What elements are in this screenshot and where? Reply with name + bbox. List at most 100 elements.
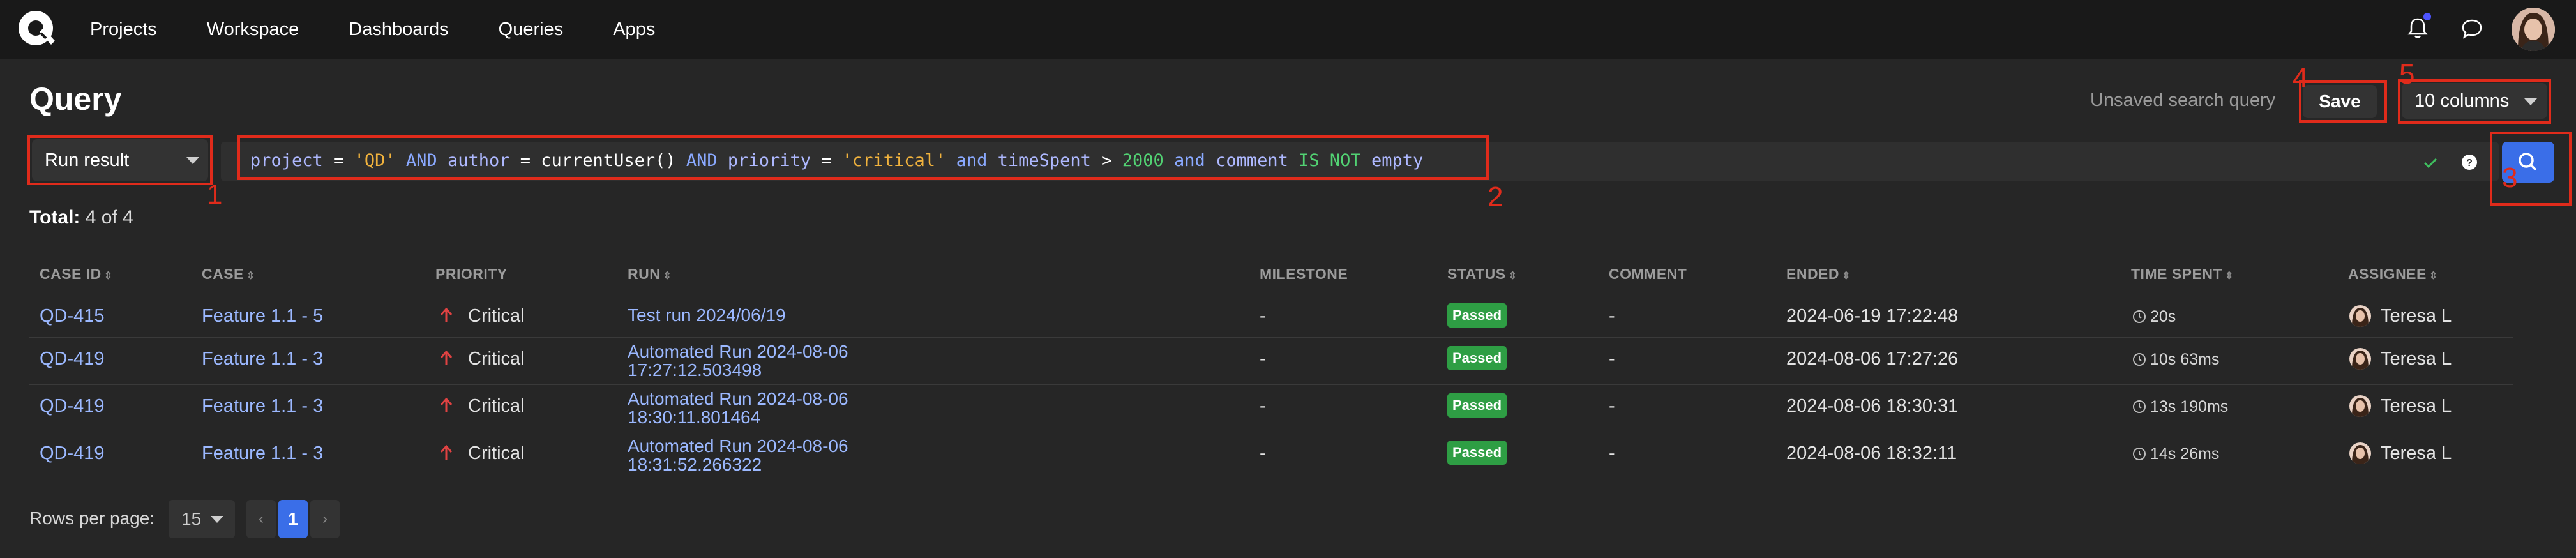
ended-value: 2024-08-06 18:32:11 <box>1786 443 1957 464</box>
annotation-box-4 <box>2299 80 2387 123</box>
nav-queries[interactable]: Queries <box>499 19 564 40</box>
case-link[interactable]: Feature 1.1 - 5 <box>202 306 323 327</box>
assignee-name: Teresa L <box>2381 443 2452 464</box>
col-header-run[interactable]: RUN ⇕ <box>628 266 672 283</box>
priority-label: Critical <box>468 396 525 416</box>
priority-critical-icon <box>440 397 453 412</box>
time-spent-value: 20s <box>2150 308 2176 326</box>
col-header-ended[interactable]: ENDED ⇕ <box>1786 266 1851 283</box>
annotation-number-2: 2 <box>1488 181 1503 213</box>
milestone-value: - <box>1260 396 1266 416</box>
case-id-link[interactable]: QD-419 <box>40 443 105 464</box>
run-link[interactable]: Automated Run 2024-08-06 18:30:11.801464 <box>628 389 985 426</box>
next-page-button[interactable]: › <box>310 500 340 538</box>
unsaved-status: Unsaved search query <box>2090 90 2276 110</box>
user-avatar[interactable] <box>2512 8 2555 51</box>
time-spent-value: 13s 190ms <box>2150 398 2229 416</box>
check-icon <box>2423 158 2437 169</box>
chat-icon[interactable] <box>2460 17 2484 41</box>
milestone-value: - <box>1260 349 1266 369</box>
col-header-case[interactable]: CASE ⇕ <box>202 266 255 283</box>
sort-icon: ⇕ <box>103 271 113 282</box>
assignee-name: Teresa L <box>2381 396 2452 416</box>
time-spent-value: 14s 26ms <box>2150 445 2220 463</box>
row-divider <box>29 337 2513 338</box>
clock-icon <box>2133 448 2146 460</box>
ended-value: 2024-06-19 17:22:48 <box>1786 306 1959 326</box>
priority-label: Critical <box>468 306 525 326</box>
annotation-box-5 <box>2398 79 2551 124</box>
clock-icon <box>2133 310 2146 323</box>
rows-per-page-label: Rows per page: <box>29 508 155 528</box>
ended-value: 2024-08-06 17:27:26 <box>1786 349 1959 369</box>
prev-page-button[interactable]: ‹ <box>246 500 276 538</box>
sort-icon: ⇕ <box>1508 271 1518 282</box>
total-count: Total: 4 of 4 <box>29 207 133 228</box>
sort-icon: ⇕ <box>1842 271 1851 282</box>
case-id-link[interactable]: QD-419 <box>40 349 105 370</box>
annotation-box-2 <box>237 135 1489 180</box>
col-header-status[interactable]: STATUS ⇕ <box>1447 266 1518 283</box>
app-logo-icon[interactable] <box>17 9 56 49</box>
comment-value: - <box>1609 443 1615 464</box>
status-badge: Passed <box>1447 303 1507 328</box>
comment-value: - <box>1609 306 1615 326</box>
nav-projects[interactable]: Projects <box>90 19 157 40</box>
priority-critical-icon <box>440 444 453 460</box>
case-link[interactable]: Feature 1.1 - 3 <box>202 349 323 370</box>
case-id-link[interactable]: QD-415 <box>40 306 105 327</box>
milestone-value: - <box>1260 443 1266 464</box>
svg-text:?: ? <box>2466 158 2473 169</box>
sort-icon: ⇕ <box>663 271 672 282</box>
ended-value: 2024-08-06 18:30:31 <box>1786 396 1959 416</box>
clock-icon <box>2133 400 2146 413</box>
assignee-avatar <box>2349 442 2371 464</box>
sort-icon: ⇕ <box>2225 271 2234 282</box>
case-link[interactable]: Feature 1.1 - 3 <box>202 396 323 417</box>
time-spent-value: 10s 63ms <box>2150 351 2220 368</box>
rows-per-page-select[interactable]: 15 <box>169 500 235 538</box>
notification-dot <box>2423 13 2431 20</box>
milestone-value: - <box>1260 306 1266 326</box>
help-icon[interactable]: ? <box>2460 153 2479 172</box>
col-header-milestone: MILESTONE <box>1260 266 1348 282</box>
col-header-priority: PRIORITY <box>435 266 508 282</box>
col-header-time-spent[interactable]: TIME SPENT ⇕ <box>2131 266 2234 283</box>
page-1-button[interactable]: 1 <box>278 500 308 538</box>
case-link[interactable]: Feature 1.1 - 3 <box>202 443 323 464</box>
rows-per-page-value: 15 <box>181 509 202 529</box>
clock-icon <box>2133 353 2146 366</box>
case-id-link[interactable]: QD-419 <box>40 396 105 417</box>
page-title: Query <box>29 81 122 117</box>
annotation-number-4: 4 <box>2293 63 2309 94</box>
sort-icon: ⇕ <box>2429 271 2438 282</box>
top-navigation-bar: Projects Workspace Dashboards Queries Ap… <box>0 0 2576 59</box>
run-link[interactable]: Automated Run 2024-08-06 18:31:52.266322 <box>628 437 985 474</box>
run-link[interactable]: Automated Run 2024-08-06 17:27:12.503498 <box>628 342 985 379</box>
assignee-name: Teresa L <box>2381 349 2452 369</box>
comment-value: - <box>1609 349 1615 369</box>
run-link[interactable]: Test run 2024/06/19 <box>628 306 985 324</box>
annotation-number-5: 5 <box>2399 59 2415 90</box>
assignee-avatar <box>2349 305 2371 327</box>
nav-apps[interactable]: Apps <box>613 19 655 40</box>
main-nav: Projects Workspace Dashboards Queries Ap… <box>90 0 705 59</box>
row-divider <box>29 384 2513 385</box>
nav-workspace[interactable]: Workspace <box>207 19 299 40</box>
col-header-case-id[interactable]: CASE ID ⇕ <box>40 266 113 283</box>
status-badge: Passed <box>1447 346 1507 370</box>
comment-value: - <box>1609 396 1615 416</box>
assignee-avatar <box>2349 348 2371 370</box>
assignee-name: Teresa L <box>2381 306 2452 326</box>
annotation-box-1 <box>27 135 213 185</box>
col-header-assignee[interactable]: ASSIGNEE ⇕ <box>2348 266 2438 283</box>
col-header-comment: COMMENT <box>1609 266 1687 282</box>
status-badge: Passed <box>1447 441 1507 465</box>
status-badge: Passed <box>1447 393 1507 418</box>
priority-label: Critical <box>468 349 525 369</box>
nav-dashboards[interactable]: Dashboards <box>349 19 448 40</box>
priority-label: Critical <box>468 443 525 464</box>
annotation-number-3: 3 <box>2502 162 2518 193</box>
chevron-down-icon <box>211 516 223 523</box>
priority-critical-icon <box>440 350 453 365</box>
